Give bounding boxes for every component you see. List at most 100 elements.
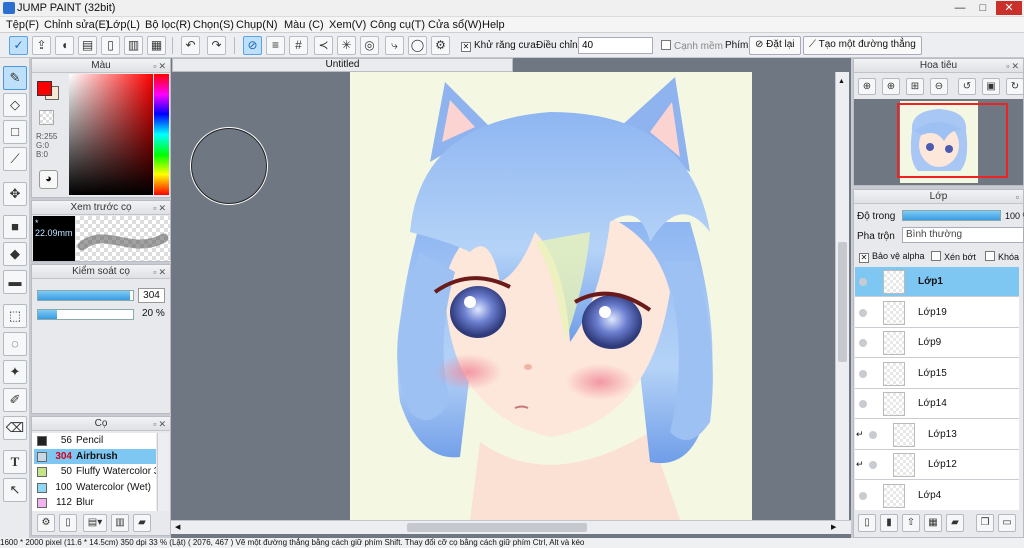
new-layer-icon[interactable]: ▯ (858, 514, 876, 532)
snap-settings-icon[interactable]: ⚙ (431, 36, 450, 55)
layer-row[interactable]: Lớp14 (855, 389, 1019, 419)
snap-parallel-icon[interactable]: ≡ (266, 36, 285, 55)
document-tab[interactable]: Untitled (172, 58, 513, 72)
panel-float-close-icon[interactable]: ▫✕ (153, 418, 168, 431)
menu-select[interactable]: Chọn(S) (193, 19, 234, 31)
antialias-checkbox[interactable]: ✕ (461, 42, 471, 52)
lock-toggle[interactable]: Khóa (985, 251, 1019, 262)
close-button[interactable]: ✕ (996, 1, 1022, 15)
move-icon[interactable]: ✥ (3, 182, 27, 206)
menu-file[interactable]: Tệp(F) (6, 19, 39, 31)
navigator-viewport-frame[interactable] (897, 103, 1008, 178)
new-brush-icon[interactable]: ▯ (59, 514, 77, 532)
canvas-vertical-scrollbar[interactable]: ▲ (835, 72, 849, 520)
horizontal-scroll-thumb[interactable] (407, 523, 587, 532)
straight-line-button[interactable]: ⟋ Tạo một đường thẳng (803, 36, 922, 55)
snap-circle-icon[interactable]: ◎ (360, 36, 379, 55)
menu-window[interactable]: Cửa sổ(W) (428, 19, 482, 31)
snap-ellipse-icon[interactable]: ◯ (408, 36, 427, 55)
gradient-icon[interactable]: ▬ (3, 270, 27, 294)
blend-mode-select[interactable]: Bình thường (902, 227, 1024, 243)
lasso-icon[interactable]: ◌ (3, 332, 27, 356)
redo-icon[interactable]: ↷ (207, 36, 226, 55)
layer-row[interactable]: Lớp19 (855, 297, 1019, 328)
brush-item[interactable]: 112 Blur (34, 495, 156, 510)
snap-off-icon[interactable]: ⊘ (243, 36, 262, 55)
antialias-toggle[interactable]: ✕ Khử răng cưa (461, 40, 536, 52)
artwork-canvas[interactable] (350, 72, 752, 520)
rectangle-icon[interactable]: □ (3, 120, 27, 144)
layer-row[interactable]: Lớp4 (855, 480, 1019, 510)
zoom-in-2-icon[interactable]: ⊕ (882, 78, 900, 95)
brush-folder-icon[interactable]: ▰ (133, 514, 151, 532)
panel-float-close-icon[interactable]: ▫✕ (153, 60, 168, 73)
select-eraser-icon[interactable]: ⌫ (3, 416, 27, 440)
copy-layer-icon[interactable]: ⇧ (902, 514, 920, 532)
brush-item[interactable]: 304 Airbrush (34, 448, 156, 464)
snap-perspective-icon[interactable]: ≺ (314, 36, 333, 55)
panel-float-close-icon[interactable]: ▫✕ (153, 266, 168, 279)
delete-layer-icon[interactable]: ▭ (998, 514, 1016, 532)
visibility-eye-icon[interactable] (859, 491, 867, 500)
minimize-button[interactable]: — (949, 1, 971, 15)
menu-color[interactable]: Màu (C) (284, 19, 324, 31)
soft-edge-toggle[interactable]: Cạnh mềm (661, 40, 723, 52)
palette-icon[interactable]: ◕ (39, 170, 58, 189)
panel-float-close-icon[interactable]: ▫✕ (153, 202, 168, 215)
visibility-eye-icon[interactable] (869, 430, 877, 439)
visibility-eye-icon[interactable] (869, 461, 877, 469)
brush-size-slider[interactable] (37, 290, 134, 301)
operation-icon[interactable]: ↖ (3, 478, 27, 502)
visibility-eye-icon[interactable] (859, 369, 867, 378)
maximize-button[interactable]: □ (972, 1, 994, 15)
grid-layout-icon[interactable]: ▦ (147, 36, 166, 55)
panel-float-close-icon[interactable]: ▫ (1016, 191, 1021, 204)
copy-brush-icon[interactable]: ▥ (111, 514, 129, 532)
pages-icon[interactable]: ▥ (124, 36, 143, 55)
fill-rect-icon[interactable]: ■ (3, 215, 27, 239)
visibility-eye-icon[interactable] (859, 339, 867, 347)
adjust-input[interactable] (578, 37, 653, 54)
fit-screen-icon[interactable]: ▣ (982, 78, 1000, 95)
brush-settings-icon[interactable]: ⚙ (37, 514, 55, 532)
menu-help[interactable]: Help (482, 19, 505, 31)
snap-curve-icon[interactable]: ⤷ (385, 36, 404, 55)
brush-list-scrollbar[interactable] (157, 433, 169, 511)
undo-icon[interactable]: ↶ (181, 36, 200, 55)
lock-checkbox[interactable] (985, 251, 995, 261)
speech-bubble-icon[interactable]: ◖ (55, 36, 74, 55)
layer-row[interactable]: Lớp1 (855, 267, 1019, 297)
brush-dropdown-icon[interactable]: ▤▾ (83, 514, 107, 532)
protect-alpha-toggle[interactable]: ✕ Bảo vệ alpha (859, 251, 925, 263)
layer-row[interactable]: ↵ Lớp12 (855, 450, 1019, 480)
menu-view[interactable]: Xem(V) (329, 19, 366, 31)
merge-layer-icon[interactable]: ▦ (924, 514, 942, 532)
layer-folder-icon[interactable]: ▰ (946, 514, 964, 532)
rotate-right-icon[interactable]: ↻ (1006, 78, 1024, 95)
eraser-icon[interactable]: ◇ (3, 93, 27, 117)
text-icon[interactable]: T (3, 450, 27, 474)
new-layer-2-icon[interactable]: ▮ (880, 514, 898, 532)
menu-filter[interactable]: Bộ lọc(R) (145, 19, 191, 31)
visibility-eye-icon[interactable] (859, 278, 867, 286)
zoom-out-icon[interactable]: ⊖ (930, 78, 948, 95)
export-icon[interactable]: ⇪ (32, 36, 51, 55)
panel-float-close-icon[interactable]: ▫✕ (1006, 60, 1021, 73)
bucket-icon[interactable]: ◆ (3, 242, 27, 266)
hue-slider[interactable] (154, 74, 169, 195)
snap-radial-icon[interactable]: ✳ (337, 36, 356, 55)
scroll-up-icon[interactable]: ▲ (838, 78, 845, 85)
brush-icon[interactable]: ✎ (3, 66, 27, 90)
comment-icon[interactable]: ▤ (78, 36, 97, 55)
layer-opacity-slider[interactable] (902, 210, 1001, 221)
saturation-value-picker[interactable] (69, 74, 153, 195)
visibility-eye-icon[interactable] (859, 308, 867, 317)
navigator-preview[interactable] (854, 99, 1023, 185)
protect-alpha-checkbox[interactable]: ✕ (859, 253, 869, 263)
brush-opacity-slider[interactable] (37, 309, 134, 320)
clip-checkbox[interactable] (931, 251, 941, 261)
layer-row[interactable]: Lớp15 (855, 358, 1019, 389)
canvas-horizontal-scrollbar[interactable]: ◀ ▶ (171, 520, 851, 534)
magic-wand-icon[interactable]: ✦ (3, 360, 27, 384)
brush-item[interactable]: 56 Pencil (34, 433, 156, 448)
